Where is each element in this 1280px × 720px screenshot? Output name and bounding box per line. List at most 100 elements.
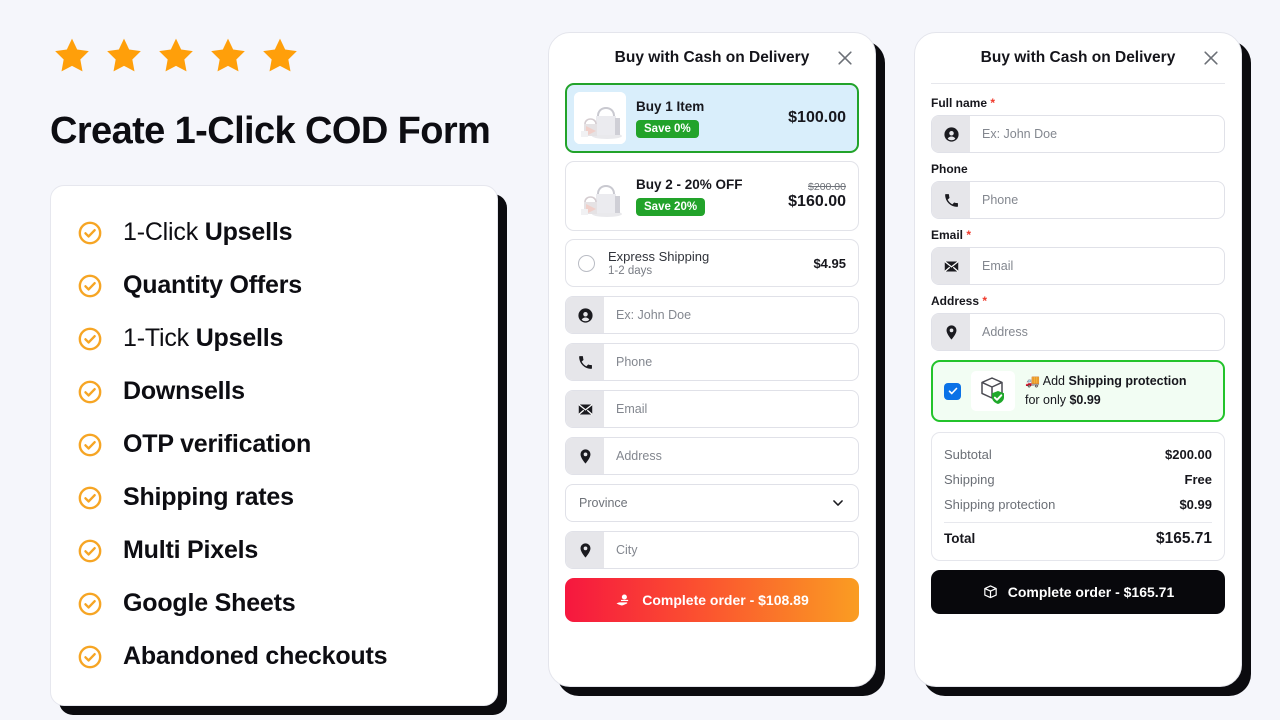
list-item: Abandoned checkouts: [77, 630, 471, 683]
screenshot-root: Create 1-Click COD Form 1-Click Upsells …: [0, 0, 1280, 720]
email-icon: [566, 391, 604, 427]
divider: [944, 522, 1212, 523]
feature-label: 1-Tick Upsells: [123, 324, 284, 352]
phone-input[interactable]: Phone: [604, 344, 858, 380]
check-circle-icon: [77, 432, 103, 458]
phone-label: Phone: [931, 162, 968, 176]
province-select-label: Province: [579, 496, 628, 510]
phone-field[interactable]: Phone: [931, 181, 1225, 219]
summary-value: Free: [1184, 472, 1212, 487]
location-pin-icon: [932, 314, 970, 350]
star-icon: [260, 36, 300, 76]
summary-value: $200.00: [1165, 447, 1212, 462]
list-item: Shipping rates: [77, 471, 471, 524]
complete-order-button[interactable]: Complete order - $165.71: [931, 570, 1225, 614]
list-item: Google Sheets: [77, 577, 471, 630]
handbag-product-icon: [574, 170, 626, 222]
star-icon: [52, 36, 92, 76]
shipping-protection-checkbox[interactable]: [944, 382, 961, 400]
truck-icon: 🚚: [1025, 374, 1040, 389]
feature-label: Abandoned checkouts: [123, 642, 388, 670]
check-circle-icon: [77, 379, 103, 405]
email-input[interactable]: Email: [970, 248, 1224, 284]
right-checkout-panel: Buy with Cash on Delivery Full name * Ex…: [914, 32, 1242, 687]
phone-icon: [932, 182, 970, 218]
address-input[interactable]: Address: [970, 314, 1224, 350]
summary-key: Subtotal: [944, 447, 992, 462]
required-asterisk: *: [990, 96, 996, 110]
email-field[interactable]: Email: [565, 390, 859, 428]
panel-title: Buy with Cash on Delivery: [980, 49, 1176, 66]
feature-label: Multi Pixels: [123, 536, 259, 564]
shipping-protection-upsell[interactable]: 🚚 Add Shipping protection for only $0.99: [931, 360, 1225, 422]
complete-order-label: Complete order - $108.89: [642, 592, 809, 608]
star-icon: [156, 36, 196, 76]
address-label: Address *: [931, 294, 988, 308]
feature-label: 1-Click Upsells: [123, 218, 293, 246]
offer-card[interactable]: Buy 2 - 20% OFF Save 20% $200.00 $160.00: [565, 161, 859, 231]
summary-row: Shipping Free: [944, 467, 1212, 492]
close-icon[interactable]: [1201, 48, 1221, 68]
panel-header: Buy with Cash on Delivery: [931, 33, 1225, 83]
required-asterisk: *: [966, 228, 972, 242]
offer-price: $160.00: [788, 193, 846, 210]
shipping-eta: 1-2 days: [608, 265, 653, 277]
phone-field[interactable]: Phone: [565, 343, 859, 381]
check-circle-icon: [77, 273, 103, 299]
panel-header: Buy with Cash on Delivery: [565, 33, 859, 83]
summary-row: Shipping protection $0.99: [944, 492, 1212, 517]
page-title: Create 1-Click COD Form: [50, 110, 491, 152]
box-3d-icon: [982, 584, 999, 601]
check-circle-icon: [77, 326, 103, 352]
city-field[interactable]: City: [565, 531, 859, 569]
email-label: Email *: [931, 228, 972, 242]
close-icon[interactable]: [835, 48, 855, 68]
complete-order-button[interactable]: Complete order - $108.89: [565, 578, 859, 622]
save-badge: Save 20%: [636, 197, 706, 216]
list-item: Downsells: [77, 365, 471, 418]
summary-row: Subtotal $200.00: [944, 442, 1212, 467]
handbag-product-icon: [574, 92, 626, 144]
email-icon: [932, 248, 970, 284]
list-item: 1-Tick Upsells: [77, 312, 471, 365]
user-icon: [932, 116, 970, 152]
star-icon: [104, 36, 144, 76]
check-circle-icon: [77, 220, 103, 246]
required-asterisk: *: [982, 294, 988, 308]
email-field[interactable]: Email: [931, 247, 1225, 285]
offer-details: Buy 1 Item Save 0%: [636, 99, 778, 138]
star-icon: [208, 36, 248, 76]
full-name-field[interactable]: Ex: John Doe: [565, 296, 859, 334]
order-summary: Subtotal $200.00 Shipping Free Shipping …: [931, 432, 1225, 561]
radio-button[interactable]: [578, 254, 595, 272]
feature-label: Quantity Offers: [123, 271, 302, 299]
email-input[interactable]: Email: [604, 391, 858, 427]
summary-value: $0.99: [1179, 497, 1212, 512]
summary-total-row: Total $165.71: [944, 525, 1212, 553]
address-input[interactable]: Address: [604, 438, 858, 474]
offer-price-group: $200.00 $160.00: [788, 181, 846, 211]
shipping-option-express[interactable]: Express Shipping 1-2 days $4.95: [565, 239, 859, 287]
feature-label: OTP verification: [123, 430, 312, 458]
full-name-input[interactable]: Ex: John Doe: [970, 116, 1224, 152]
phone-input[interactable]: Phone: [970, 182, 1224, 218]
city-input[interactable]: City: [604, 532, 858, 568]
check-circle-icon: [77, 644, 103, 670]
full-name-field[interactable]: Ex: John Doe: [931, 115, 1225, 153]
feature-list-card: 1-Click Upsells Quantity Offers 1-Tick U…: [50, 185, 498, 706]
list-item: Quantity Offers: [77, 259, 471, 312]
feature-label: Shipping rates: [123, 483, 294, 511]
offer-compare-price: $200.00: [808, 181, 846, 193]
address-field[interactable]: Address: [931, 313, 1225, 351]
hand-money-icon: [615, 591, 633, 609]
summary-key: Shipping: [944, 472, 995, 487]
full-name-input[interactable]: Ex: John Doe: [604, 297, 858, 333]
offer-card-selected[interactable]: Buy 1 Item Save 0% $100.00: [565, 83, 859, 153]
middle-checkout-panel: Buy with Cash on Delivery Buy 1 Item Sav…: [548, 32, 876, 687]
province-select[interactable]: Province: [565, 484, 859, 522]
save-badge: Save 0%: [636, 119, 699, 138]
address-field[interactable]: Address: [565, 437, 859, 475]
list-item: Multi Pixels: [77, 524, 471, 577]
check-circle-icon: [77, 591, 103, 617]
total-value: $165.71: [1155, 530, 1212, 547]
